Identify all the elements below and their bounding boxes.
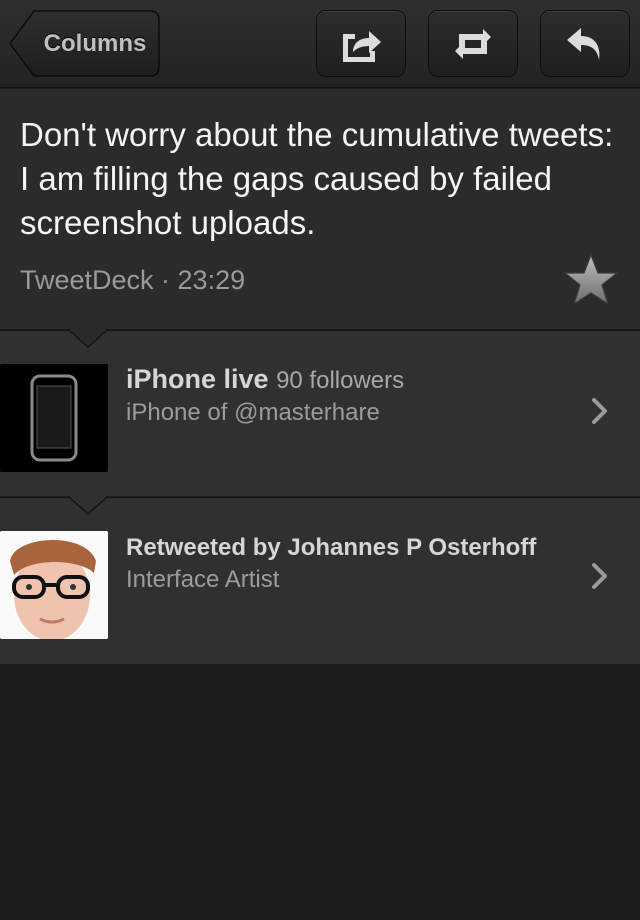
user-name: iPhone live [126,364,269,394]
retweeted-by-label: Retweeted by Johannes P Osterhoff [126,534,537,561]
star-icon[interactable] [562,252,620,310]
list-item-retweeter[interactable]: Retweeted by Johannes P Osterhoff Interf… [0,496,640,664]
list-item-user[interactable]: iPhone live 90 followers iPhone of @mast… [0,329,640,496]
retweet-button[interactable] [428,10,518,77]
chevron-right-icon [592,563,607,589]
followers-count: 90 followers [276,367,405,394]
user-avatar [0,531,108,639]
user-bio: iPhone of @masterhare [126,399,380,426]
chevron-right-icon [592,398,607,424]
row-pointer [68,496,108,516]
reply-button[interactable] [540,10,630,77]
reply-icon [567,27,600,60]
back-button-label: Columns [43,29,147,57]
share-button[interactable] [316,10,406,77]
tweet-text: Don't worry about the cumulative tweets:… [20,116,614,241]
retweet-icon [455,28,491,59]
tweet-detail: Don't worry about the cumulative tweets:… [0,89,640,329]
row-pointer [68,329,108,349]
user-bio: Interface Artist [126,566,280,593]
user-name-line: iPhone live 90 followers [126,364,404,395]
share-icon [343,30,381,62]
navigation-bar: Columns [0,0,640,88]
iphone-avatar [0,364,108,472]
empty-background [0,664,640,920]
columns-back-button[interactable]: Columns [8,10,160,77]
tweet-source-time: TweetDeck · 23:29 [20,265,246,295]
